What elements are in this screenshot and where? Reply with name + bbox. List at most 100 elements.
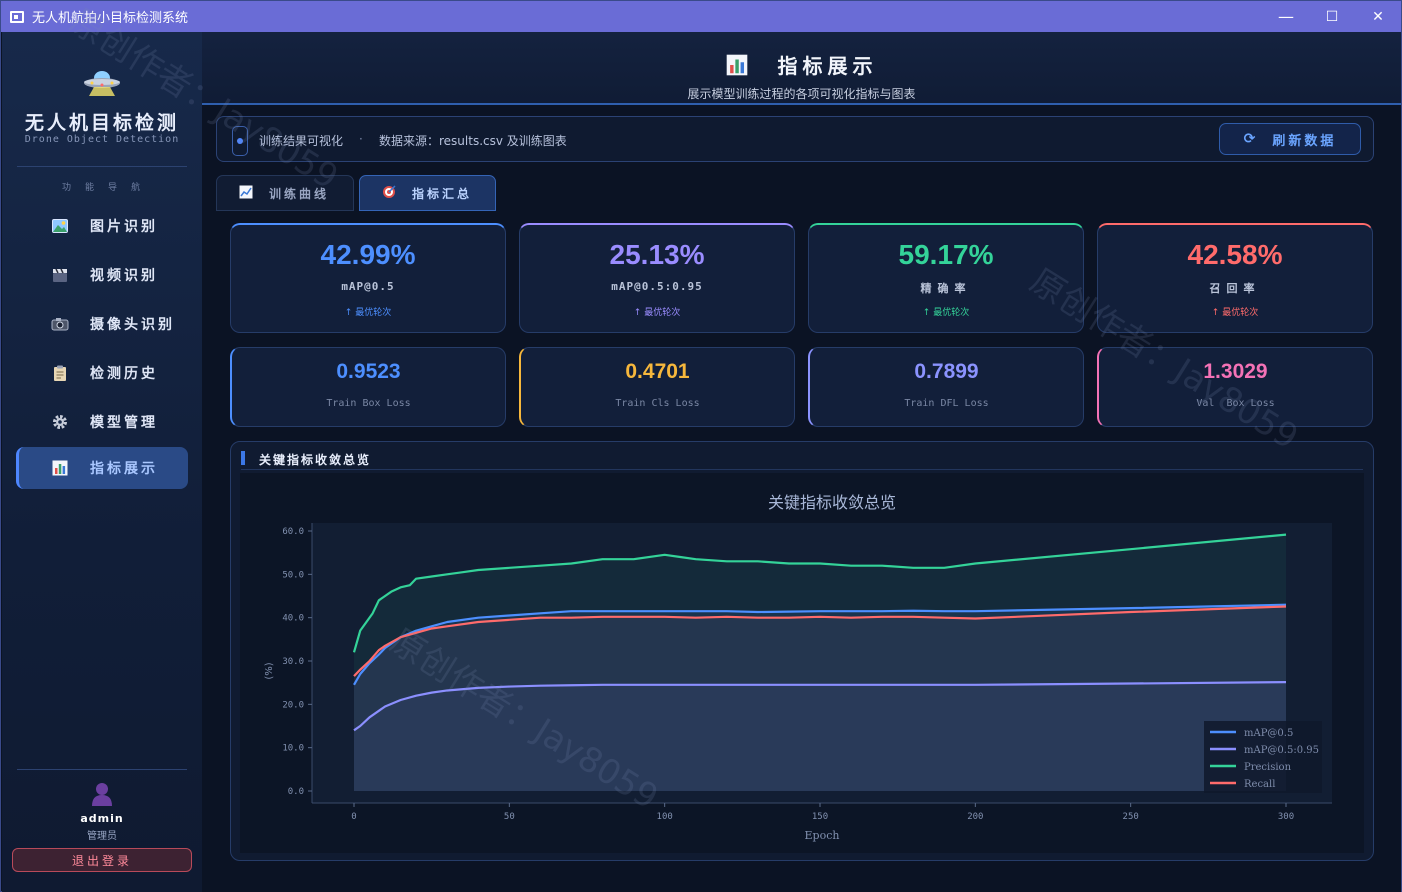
loss-card-train-dfl: 0.7899 Train DFL Loss (808, 347, 1084, 427)
line-chart-icon (239, 185, 253, 202)
series-area (354, 682, 1286, 791)
y-tick-label: 20.0 (282, 700, 304, 710)
metric-note: ↑ 最优轮次 (633, 308, 681, 318)
loss-card-train-box: 0.9523 Train Box Loss (230, 347, 506, 427)
legend-label: Precision (1244, 762, 1292, 773)
minimize-button[interactable]: — (1263, 1, 1309, 32)
info-separator: · (359, 132, 363, 146)
metric-card-recall: 42.58% 召回率 ↑ 最优轮次 (1097, 223, 1373, 333)
convergence-chart: 关键指标收敛总览 0.0 10.0 20.0 30.0 40.0 50.0 60.0 0 50 10… (240, 473, 1364, 853)
metric-card-precision: 59.17% 精确率 ↑ 最优轮次 (808, 223, 1084, 333)
nav-item-label: 模型管理 (90, 415, 158, 431)
bar-chart-icon (726, 54, 747, 75)
sidebar: 无人机目标检测 Drone Object Detection 功能导航 图片识别… (2, 32, 202, 892)
nav-item-model-manage[interactable]: 模型管理 (16, 401, 188, 443)
tab-metrics-summary[interactable]: 指标汇总 (359, 175, 496, 211)
x-axis-label: Epoch (805, 829, 840, 842)
divider (17, 166, 187, 167)
clipboard-icon (50, 365, 70, 381)
chart-title: 关键指标收敛总览 (768, 493, 896, 512)
nav-item-image-detect[interactable]: 图片识别 (16, 205, 188, 247)
maximize-button[interactable]: ☐ (1309, 1, 1355, 32)
y-tick-label: 50.0 (282, 570, 304, 580)
main-content: 指标展示 展示模型训练过程的各项可视化指标与图表 训练结果可视化 · 数据来源：… (63, 1, 1401, 892)
metric-label: mAP@0.5 (341, 280, 395, 293)
y-tick-label: 30.0 (282, 657, 304, 667)
x-tick-label: 150 (812, 812, 828, 822)
loss-value: 0.7899 (914, 360, 979, 383)
nav-item-label: 指标展示 (90, 461, 158, 477)
x-tick-label: 100 (657, 812, 673, 822)
refresh-label: 刷新数据 (1272, 133, 1337, 149)
tab-training-curves[interactable]: 训练曲线 (216, 175, 354, 211)
camera-icon (50, 316, 70, 332)
loss-label: Val Box Loss (1196, 398, 1275, 409)
metric-value: 42.99% (320, 239, 416, 270)
y-tick-label: 0.0 (288, 787, 304, 797)
nav-item-video-detect[interactable]: 视频识别 (16, 254, 188, 296)
loss-label: Train DFL Loss (904, 398, 989, 409)
nav-item-camera-detect[interactable]: 摄像头识别 (16, 303, 188, 345)
metric-value: 25.13% (609, 239, 705, 270)
chart-panel: 关键指标收敛总览 关键指标收敛总览 0.0 10.0 20.0 30.0 40.0 50.0… (230, 441, 1374, 861)
x-tick-label: 300 (1278, 812, 1294, 822)
divider (17, 769, 187, 770)
bar-chart-icon (50, 460, 70, 476)
status-dot-icon (232, 126, 248, 156)
info-bar: 训练结果可视化 · 数据来源：results.csv 及训练图表 ⟳ 刷新数据 (216, 116, 1374, 162)
divider (241, 469, 1363, 470)
metric-label: mAP@0.5:0.95 (611, 280, 703, 293)
chart-legend: mAP@0.5 mAP@0.5:0.95 Precision Recall (1204, 721, 1322, 793)
brand-subtitle: Drone Object Detection (24, 134, 180, 145)
nav-item-history[interactable]: 检测历史 (16, 352, 188, 394)
y-tick-label: 60.0 (282, 527, 304, 537)
refresh-icon: ⟳ (1243, 131, 1259, 147)
page-title: 指标展示 (777, 54, 878, 78)
metric-value: 59.17% (898, 239, 994, 270)
loss-value: 0.9523 (336, 360, 401, 383)
brand-title: 无人机目标检测 (24, 112, 179, 134)
title-bar[interactable]: 无人机航拍小目标检测系统 — ☐ ✕ (1, 1, 1401, 32)
tab-label: 指标汇总 (412, 186, 473, 201)
loss-card-val-box: 1.3029 Val Box Loss (1097, 347, 1373, 427)
nav-item-label: 检测历史 (90, 366, 158, 382)
info-text: 训练结果可视化 (259, 134, 344, 148)
metric-card-map50-95: 25.13% mAP@0.5:0.95 ↑ 最优轮次 (519, 223, 795, 333)
window-title: 无人机航拍小目标检测系统 (32, 11, 189, 26)
app-window: 无人机航拍小目标检测系统 — ☐ ✕ 无人机目标检测 Drone Object … (0, 0, 1402, 892)
legend-label: Recall (1244, 779, 1275, 790)
loss-value: 1.3029 (1203, 360, 1268, 383)
loss-label: Train Cls Loss (615, 398, 700, 409)
data-source-text: 数据来源：results.csv 及训练图表 (379, 134, 567, 148)
image-icon (50, 218, 70, 234)
username: admin (80, 812, 124, 825)
nav-caption: 功能导航 (61, 183, 154, 193)
app-icon (10, 10, 24, 23)
avatar (92, 783, 112, 806)
refresh-button[interactable]: ⟳ 刷新数据 (1219, 123, 1361, 155)
logout-button[interactable]: 退出登录 (12, 848, 192, 872)
metric-note: ↑ 最优轮次 (344, 308, 392, 318)
metric-note: ↑ 最优轮次 (1211, 308, 1259, 318)
metric-value: 42.58% (1187, 239, 1283, 270)
metric-note: ↑ 最优轮次 (922, 308, 970, 318)
x-tick-label: 0 (351, 812, 356, 822)
y-axis-label: (%) (264, 662, 275, 679)
metric-label: 精确率 (920, 282, 972, 295)
page-header: 指标展示 展示模型训练过程的各项可视化指标与图表 (202, 32, 1401, 105)
nav-item-metrics[interactable]: 指标展示 (16, 447, 188, 489)
clapper-icon (50, 267, 70, 283)
section-marker (241, 451, 245, 465)
chart-panel-title: 关键指标收敛总览 (259, 453, 372, 467)
close-button[interactable]: ✕ (1355, 1, 1401, 32)
y-tick-label: 10.0 (282, 744, 304, 754)
loss-card-train-cls: 0.4701 Train Cls Loss (519, 347, 795, 427)
target-icon (382, 184, 396, 202)
ufo-logo-icon (84, 71, 120, 96)
legend-label: mAP@0.5:0.95 (1244, 745, 1319, 756)
loss-value: 0.4701 (625, 360, 690, 383)
x-tick-label: 50 (504, 812, 515, 822)
nav-item-label: 视频识别 (90, 268, 158, 284)
metric-label: 召回率 (1209, 282, 1261, 295)
loss-label: Train Box Loss (326, 398, 411, 409)
